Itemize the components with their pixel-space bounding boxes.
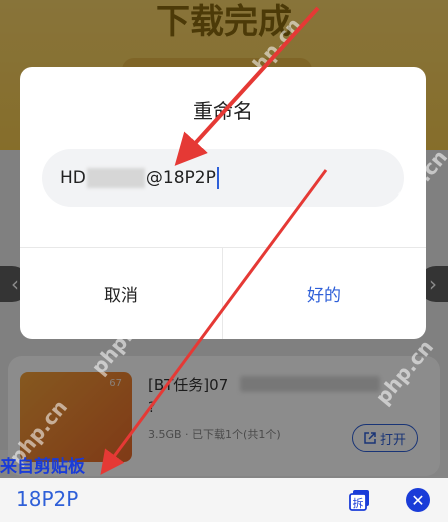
rename-input[interactable]: HD @18P2P bbox=[42, 149, 404, 207]
close-icon[interactable]: ✕ bbox=[406, 488, 430, 512]
split-icon[interactable]: 拆 bbox=[348, 488, 372, 512]
input-prefix: HD bbox=[60, 168, 86, 188]
dialog-title: 重命名 bbox=[193, 99, 253, 123]
input-suffix: @18P2P bbox=[145, 168, 216, 188]
input-blur-mask bbox=[86, 168, 145, 188]
rename-dialog: 重命名 HD @18P2P 取消 好的 bbox=[20, 67, 426, 339]
clipboard-label: 来自剪贴板 bbox=[0, 457, 85, 477]
ok-button[interactable]: 好的 bbox=[223, 247, 425, 339]
clipboard-bar[interactable]: 18P2P 拆 ✕ bbox=[0, 478, 448, 522]
split-icon-label: 拆 bbox=[353, 496, 364, 510]
text-caret bbox=[216, 167, 219, 189]
clipboard-text[interactable]: 18P2P bbox=[16, 487, 78, 511]
